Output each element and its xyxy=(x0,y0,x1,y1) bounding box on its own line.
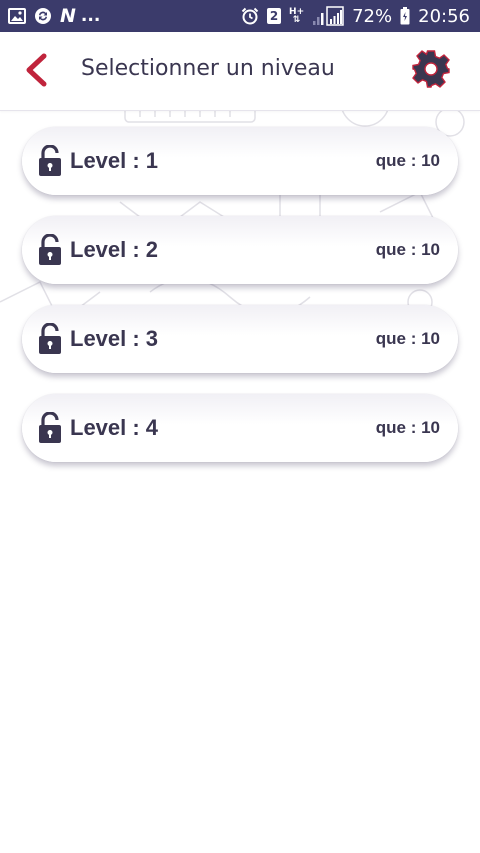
more-notifications-indicator: ... xyxy=(80,6,101,26)
level-label: Level : 3 xyxy=(70,326,159,351)
unlock-icon xyxy=(38,323,62,355)
back-button[interactable] xyxy=(20,52,52,88)
unlock-icon xyxy=(38,412,62,444)
battery-icon xyxy=(400,7,410,25)
image-icon xyxy=(8,8,26,24)
level-label: Level : 1 xyxy=(70,148,159,173)
question-count: que : 10 xyxy=(375,329,440,348)
question-count: que : 10 xyxy=(375,418,440,437)
level-card-2[interactable]: Level : 2 que : 10 xyxy=(22,216,458,284)
unlock-icon xyxy=(38,234,62,266)
app-header: Selectionner un niveau xyxy=(0,32,480,111)
clock-time: 20:56 xyxy=(418,5,470,27)
battery-percent: 72% xyxy=(352,5,393,27)
level-label: Level : 2 xyxy=(70,237,159,262)
settings-button[interactable] xyxy=(410,48,452,90)
page-title: Selectionner un niveau xyxy=(81,56,335,81)
chevron-left-icon xyxy=(26,53,47,87)
network-type-label: H+ xyxy=(289,7,305,17)
status-bar-right: 2 H+ ⇅ 72% 20:56 xyxy=(241,6,470,27)
level-card-4[interactable]: Level : 4 que : 10 xyxy=(22,394,458,462)
level-card-3[interactable]: Level : 3 que : 10 xyxy=(22,305,458,373)
question-count: que : 10 xyxy=(375,151,440,170)
gear-icon xyxy=(412,50,450,88)
sim-card-icon: 2 xyxy=(267,8,282,24)
alarm-clock-icon xyxy=(241,7,259,25)
network-type-indicator: H+ ⇅ xyxy=(289,7,305,25)
question-count: que : 10 xyxy=(375,240,440,259)
status-bar-left: N ... xyxy=(8,5,100,27)
level-label: Level : 4 xyxy=(70,415,159,440)
sync-icon xyxy=(34,7,52,25)
unlock-icon xyxy=(38,145,62,177)
netflix-n-icon: N xyxy=(60,5,76,27)
status-bar: N ... 2 H+ ⇅ 72% 20:56 xyxy=(0,0,480,32)
level-card-1[interactable]: Level : 1 que : 10 xyxy=(22,127,458,195)
signal-strength-icon xyxy=(312,6,344,26)
